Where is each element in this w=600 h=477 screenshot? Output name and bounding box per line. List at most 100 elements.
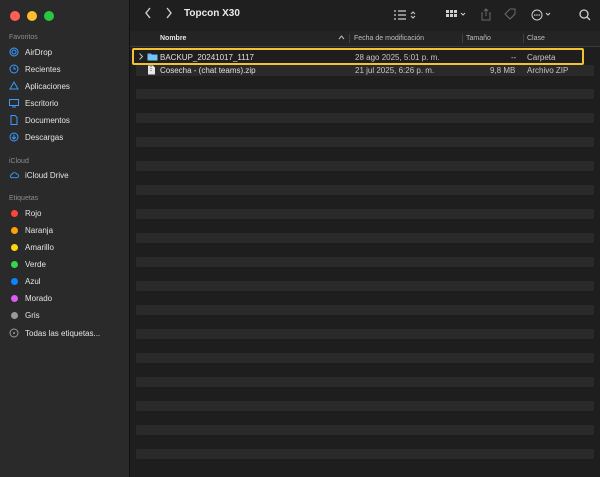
sidebar-item-label: Documentos (25, 115, 70, 125)
document-icon (9, 115, 19, 125)
sidebar: Favoritos AirDrop Recientes Aplicaciones… (0, 0, 130, 477)
sidebar-item-label: Azul (25, 276, 41, 286)
sidebar-item-label: Rojo (25, 208, 42, 218)
sidebar-item-label: Verde (25, 259, 46, 269)
sidebar-item-recientes[interactable]: Recientes (9, 62, 61, 76)
sidebar-item-label: iCloud Drive (25, 170, 69, 180)
grid-icon (446, 10, 466, 17)
applications-icon (9, 81, 19, 91)
search-button[interactable] (579, 9, 591, 24)
desktop-icon (9, 98, 19, 108)
download-icon (9, 132, 19, 142)
sidebar-tag-verde[interactable]: Verde (9, 257, 46, 271)
sidebar-item-aplicaciones[interactable]: Aplicaciones (9, 79, 70, 93)
forward-button[interactable] (165, 7, 173, 22)
all-tags-icon (9, 328, 19, 338)
airdrop-icon (9, 47, 19, 57)
chevron-right-icon (166, 7, 172, 19)
column-divider[interactable] (349, 34, 350, 43)
tag-icon (504, 8, 516, 20)
tags-section-title: Etiquetas (9, 195, 39, 202)
clock-icon (9, 64, 19, 74)
empty-row (136, 281, 594, 291)
minimize-button[interactable] (27, 11, 37, 21)
file-list: BACKUP_20241017_1117 28 ago 2025, 5:01 p… (130, 46, 600, 477)
window-title: Topcon X30 (184, 8, 240, 19)
sidebar-item-label: Amarillo (25, 242, 54, 252)
sidebar-tag-rojo[interactable]: Rojo (9, 206, 41, 220)
empty-row (136, 425, 594, 435)
file-kind: Archivo ZIP (527, 66, 569, 75)
sidebar-item-label: Recientes (25, 64, 61, 74)
cloud-icon (9, 170, 19, 180)
sidebar-tag-morado[interactable]: Morado (9, 291, 52, 305)
empty-row (136, 89, 594, 99)
column-name[interactable]: Nombre (160, 35, 186, 42)
icloud-section-title: iCloud (9, 158, 29, 165)
zoom-button[interactable] (44, 11, 54, 21)
sidebar-item-label: Aplicaciones (25, 81, 70, 91)
empty-row (136, 113, 594, 123)
search-icon (579, 9, 591, 21)
column-divider[interactable] (523, 34, 524, 43)
tag-dot-icon (11, 243, 18, 251)
empty-row (136, 401, 594, 411)
view-options-button[interactable] (394, 10, 418, 23)
empty-row (136, 185, 594, 195)
back-button[interactable] (144, 7, 152, 22)
file-date: 21 jul 2025, 6:26 p. m. (355, 66, 435, 75)
share-icon (481, 8, 491, 21)
empty-row (136, 305, 594, 315)
sidebar-item-label: Gris (25, 310, 40, 320)
column-date[interactable]: Fecha de modificación (354, 35, 424, 42)
tag-dot-icon (11, 260, 18, 268)
selection-highlight (132, 48, 584, 65)
toolbar: Topcon X30 (130, 0, 600, 32)
tag-dot-icon (11, 311, 18, 319)
sidebar-item-documentos[interactable]: Documentos (9, 113, 70, 127)
tags-button[interactable] (504, 8, 517, 24)
empty-row (136, 137, 594, 147)
sidebar-tag-amarillo[interactable]: Amarillo (9, 240, 54, 254)
more-actions-button[interactable] (531, 9, 553, 24)
finder-window: Favoritos AirDrop Recientes Aplicaciones… (0, 0, 600, 477)
empty-row (136, 377, 594, 387)
empty-row (136, 209, 594, 219)
sidebar-tag-gris[interactable]: Gris (9, 308, 40, 322)
chevron-left-icon (145, 7, 151, 19)
sidebar-item-label: Morado (25, 293, 53, 303)
sidebar-item-label: Descargas (25, 132, 64, 142)
file-size: 9,8 MB (490, 66, 516, 75)
tag-dot-icon (11, 277, 18, 285)
empty-row (136, 353, 594, 363)
sort-chevron-icon (338, 34, 345, 43)
sidebar-item-icloud-drive[interactable]: iCloud Drive (9, 168, 69, 182)
sidebar-item-label: AirDrop (25, 47, 53, 57)
column-size[interactable]: Tamaño (466, 35, 491, 42)
sidebar-tag-azul[interactable]: Azul (9, 274, 41, 288)
column-divider[interactable] (462, 34, 463, 43)
sidebar-tag-naranja[interactable]: Naranja (9, 223, 53, 237)
favorites-section-title: Favoritos (9, 34, 38, 41)
sidebar-item-label: Naranja (25, 225, 54, 235)
share-button[interactable] (481, 8, 491, 24)
group-button[interactable] (446, 10, 468, 23)
close-button[interactable] (10, 11, 20, 21)
file-name: Cosecha - (chat teams).zip (160, 66, 256, 75)
tag-dot-icon (11, 294, 18, 302)
empty-row (136, 233, 594, 243)
zip-file-icon (147, 65, 156, 77)
empty-row (136, 161, 594, 171)
empty-row (136, 449, 594, 459)
sidebar-item-label: Escritorio (25, 98, 59, 108)
sidebar-item-escritorio[interactable]: Escritorio (9, 96, 58, 110)
sidebar-item-descargas[interactable]: Descargas (9, 130, 63, 144)
tag-dot-icon (11, 209, 18, 217)
sidebar-item-label: Todas las etiquetas... (25, 328, 101, 338)
sidebar-all-tags[interactable]: Todas las etiquetas... (9, 326, 100, 340)
empty-row (136, 329, 594, 339)
table-row[interactable]: Cosecha - (chat teams).zip 21 jul 2025, … (136, 65, 594, 76)
sidebar-item-airdrop[interactable]: AirDrop (9, 45, 52, 59)
column-kind[interactable]: Clase (527, 35, 545, 42)
ellipsis-circle-icon (531, 9, 551, 21)
